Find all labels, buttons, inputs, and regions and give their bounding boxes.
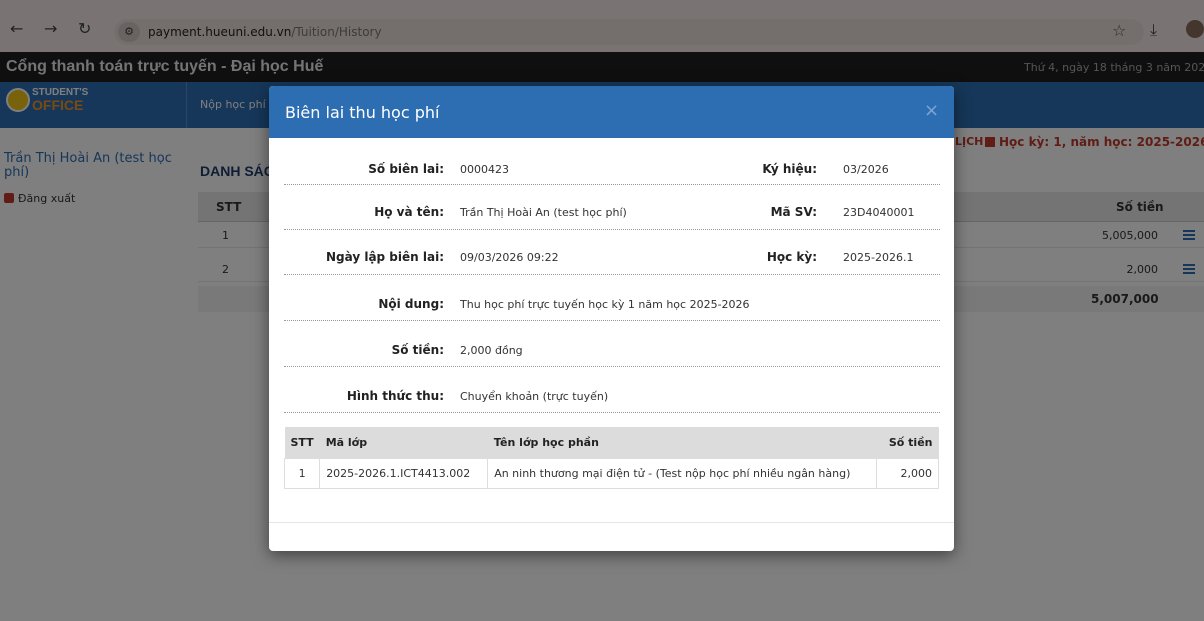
symbol-value: 03/2026 bbox=[843, 163, 889, 176]
row-amount: 2,000 bbox=[876, 457, 939, 489]
row-course-name: An ninh thương mại điện tử - (Test nộp h… bbox=[487, 457, 877, 489]
amount-row: Số tiền: 2,000 đồng bbox=[284, 321, 940, 367]
name-row: Họ và tên: Trần Thị Hoài An (test học ph… bbox=[284, 185, 940, 230]
payment-method-row: Hình thức thu: Chuyển khoản (trực tuyến) bbox=[284, 367, 940, 413]
col-stt: STT bbox=[284, 427, 320, 458]
receipt-modal: Biên lai thu học phí × Số biên lai: 0000… bbox=[269, 86, 954, 551]
symbol-label: Ký hiệu: bbox=[762, 162, 817, 176]
name-value: Trần Thị Hoài An (test học phí) bbox=[460, 206, 627, 219]
row-stt: 1 bbox=[283, 457, 321, 489]
course-table-header: STT Mã lớp Tên lớp học phần Số tiền bbox=[284, 427, 939, 458]
student-id-label: Mã SV: bbox=[770, 205, 817, 219]
modal-footer-divider bbox=[269, 522, 954, 523]
student-id-value: 23D4040001 bbox=[843, 206, 915, 219]
receipt-number-label: Số biên lai: bbox=[368, 162, 444, 176]
amount-label: Số tiền: bbox=[391, 343, 444, 357]
date-row: Ngày lập biên lai: 09/03/2026 09:22 Học … bbox=[284, 230, 940, 275]
content-row: Nội dung: Thu học phí trực tuyến học kỳ … bbox=[284, 275, 940, 321]
term-label: Học kỳ: bbox=[766, 250, 817, 264]
close-icon[interactable]: × bbox=[924, 100, 939, 121]
modal-title: Biên lai thu học phí bbox=[285, 103, 440, 122]
content-value: Thu học phí trực tuyến học kỳ 1 năm học … bbox=[460, 298, 750, 311]
amount-value: 2,000 đồng bbox=[460, 344, 523, 357]
col-class-code: Mã lớp bbox=[319, 427, 488, 458]
col-amount: Số tiền bbox=[876, 427, 939, 458]
receipt-number-value: 0000423 bbox=[460, 163, 509, 176]
receipt-number-row: Số biên lai: 0000423 Ký hiệu: 03/2026 bbox=[284, 138, 940, 185]
term-value: 2025-2026.1 bbox=[843, 251, 914, 264]
payment-method-label: Hình thức thu: bbox=[346, 389, 444, 403]
payment-method-value: Chuyển khoản (trực tuyến) bbox=[460, 390, 609, 403]
receipt-date-label: Ngày lập biên lai: bbox=[325, 250, 444, 264]
name-label: Họ và tên: bbox=[374, 205, 444, 219]
content-label: Nội dung: bbox=[378, 297, 444, 311]
receipt-date-value: 09/03/2026 09:22 bbox=[460, 251, 559, 264]
course-table: STT Mã lớp Tên lớp học phần Số tiền 1 20… bbox=[283, 427, 939, 489]
modal-header: Biên lai thu học phí × bbox=[269, 86, 954, 138]
row-class-code: 2025-2026.1.ICT4413.002 bbox=[319, 457, 489, 489]
col-course-name: Tên lớp học phần bbox=[487, 427, 877, 458]
table-row: 1 2025-2026.1.ICT4413.002 An ninh thương… bbox=[283, 457, 939, 489]
